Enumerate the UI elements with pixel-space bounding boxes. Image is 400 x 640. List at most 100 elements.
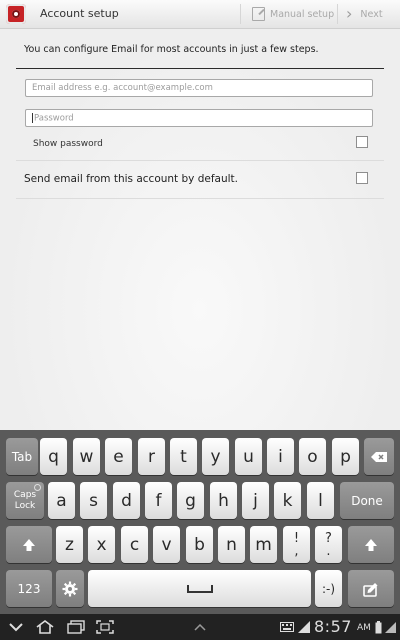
system-bar: 8:57 AM — [0, 614, 400, 640]
key-label: d — [121, 490, 132, 511]
key-label: w — [79, 446, 94, 467]
next-button[interactable]: › Next — [346, 5, 383, 23]
key-i[interactable]: i — [267, 438, 294, 475]
key-label: i — [278, 446, 283, 467]
page-title: Account setup — [40, 7, 119, 20]
keyboard-icon — [280, 622, 294, 632]
key-h[interactable]: h — [210, 482, 237, 519]
key-w[interactable]: w — [73, 438, 100, 475]
signal-status — [297, 618, 311, 636]
key-label: o — [307, 446, 318, 467]
key-m[interactable]: m — [250, 526, 277, 563]
smiley-key-label: :-) — [321, 581, 336, 596]
password-field[interactable]: Password — [25, 109, 373, 127]
punct-top: ! — [293, 530, 300, 546]
show-password-label: Show password — [33, 139, 103, 149]
key-label: z — [65, 534, 74, 555]
key-r[interactable]: r — [138, 438, 165, 475]
manual-setup-label: Manual setup — [270, 8, 335, 20]
key-n[interactable]: n — [218, 526, 245, 563]
key-k[interactable]: k — [274, 482, 301, 519]
key-label: t — [180, 446, 187, 467]
key-a[interactable]: a — [48, 482, 75, 519]
gear-icon — [62, 581, 78, 596]
key-label: b — [194, 534, 205, 555]
shift-key-right[interactable] — [348, 526, 394, 563]
key-b[interactable]: b — [186, 526, 213, 563]
key-g[interactable]: g — [177, 482, 204, 519]
home-button[interactable] — [34, 618, 56, 636]
key-x[interactable]: x — [88, 526, 115, 563]
divider — [16, 160, 384, 161]
signal-icon — [298, 621, 310, 633]
punct-top: ? — [325, 530, 332, 546]
key-j[interactable]: j — [242, 482, 269, 519]
divider — [16, 198, 384, 199]
key-label: h — [218, 490, 229, 511]
key-label: g — [185, 490, 196, 511]
tab-key[interactable]: Tab — [6, 438, 38, 475]
key-l[interactable]: l — [307, 482, 334, 519]
clipboard-key[interactable] — [348, 570, 394, 607]
key-label: e — [113, 446, 124, 467]
screenshot-button[interactable] — [94, 618, 116, 636]
key-q[interactable]: q — [40, 438, 67, 475]
key-label: m — [255, 534, 272, 555]
key-label: x — [96, 534, 107, 555]
key-y[interactable]: y — [202, 438, 229, 475]
password-placeholder: Password — [34, 113, 74, 124]
shift-key-left[interactable] — [6, 526, 52, 563]
key-label: n — [226, 534, 237, 555]
key-label: y — [210, 446, 221, 467]
on-screen-keyboard: Tab q w e r t y u i o p Caps Lock a s d … — [0, 430, 400, 614]
key-label: p — [340, 446, 351, 467]
key-label: f — [155, 490, 162, 511]
backspace-icon — [371, 451, 387, 462]
key-label: u — [243, 446, 254, 467]
key-c[interactable]: c — [121, 526, 148, 563]
numbers-key[interactable]: 123 — [6, 570, 52, 607]
email-field[interactable]: Email address e.g. account@example.com — [25, 79, 373, 97]
space-key[interactable] — [88, 570, 311, 607]
hide-keyboard-button[interactable] — [6, 618, 26, 636]
recent-apps-icon — [67, 620, 85, 634]
header-rule — [16, 68, 384, 69]
battery-status — [374, 618, 382, 636]
key-u[interactable]: u — [235, 438, 262, 475]
caps-lock-key[interactable]: Caps Lock — [6, 482, 44, 519]
key-label: j — [253, 490, 258, 511]
caps-lock-label: Caps Lock — [13, 489, 37, 511]
key-question-period[interactable]: ? . — [315, 526, 342, 563]
text-cursor — [32, 113, 33, 123]
key-exclaim-comma[interactable]: ! , — [283, 526, 310, 563]
email-app-icon[interactable] — [6, 4, 26, 24]
settings-key[interactable] — [56, 570, 84, 607]
key-d[interactable]: d — [113, 482, 140, 519]
key-label: r — [148, 446, 155, 467]
key-label: l — [318, 490, 323, 511]
key-t[interactable]: t — [170, 438, 197, 475]
intro-text: You can configure Email for most account… — [24, 44, 319, 55]
smiley-key[interactable]: :-) — [315, 570, 342, 607]
key-o[interactable]: o — [299, 438, 326, 475]
divider — [240, 4, 241, 24]
key-v[interactable]: v — [153, 526, 180, 563]
default-account-checkbox[interactable] — [356, 172, 368, 184]
action-bar: Account setup Manual setup › Next — [0, 0, 400, 29]
key-z[interactable]: z — [56, 526, 83, 563]
numbers-key-label: 123 — [17, 581, 41, 596]
backspace-key[interactable] — [364, 438, 394, 475]
key-p[interactable]: p — [332, 438, 359, 475]
manual-setup-button[interactable]: Manual setup — [252, 5, 334, 23]
recent-apps-button[interactable] — [65, 618, 87, 636]
punct-bottom: , — [294, 543, 299, 559]
key-e[interactable]: e — [105, 438, 132, 475]
key-f[interactable]: f — [145, 482, 172, 519]
done-key[interactable]: Done — [340, 482, 394, 519]
punct-label: ! , — [294, 532, 299, 558]
key-s[interactable]: s — [80, 482, 107, 519]
notification-chevron[interactable] — [190, 618, 210, 636]
show-password-checkbox[interactable] — [356, 136, 368, 148]
default-account-label: Send email from this account by default. — [24, 173, 239, 185]
shift-arrow-icon — [23, 538, 35, 551]
